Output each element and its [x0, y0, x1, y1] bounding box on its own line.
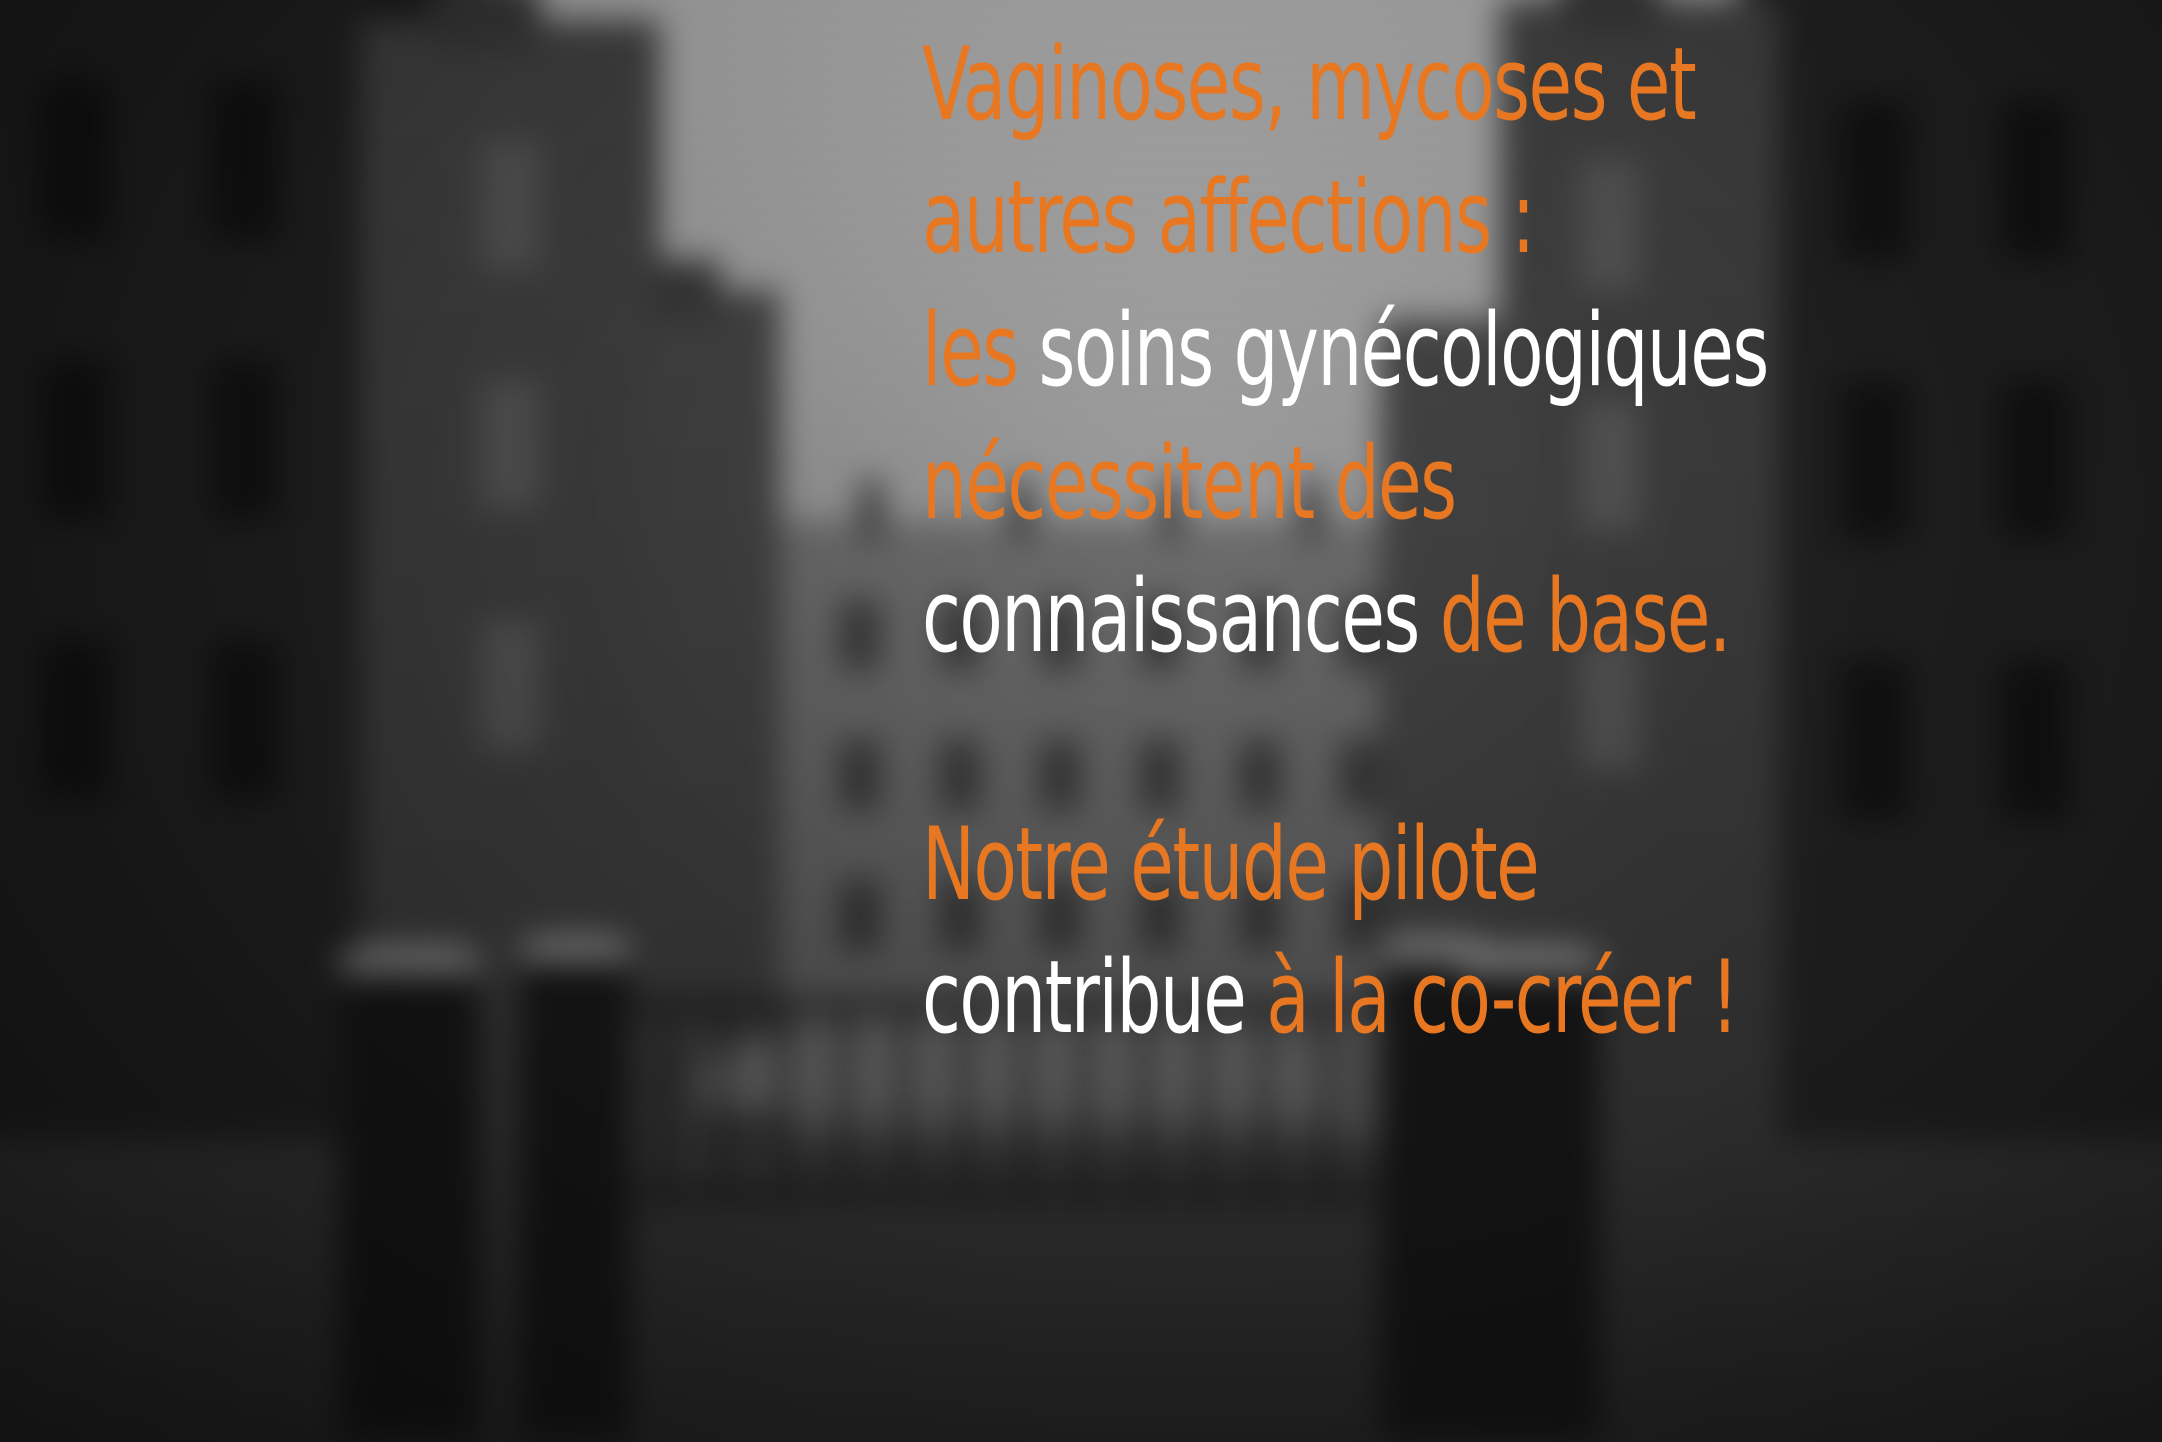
headline-de-base: de base.: [1439, 557, 1732, 675]
headline-contribue: contribue: [922, 938, 1247, 1056]
headline-line-1: Vaginoses, mycoses et: [922, 25, 1697, 143]
headline-line-3: les soins gynécologiques: [922, 284, 1874, 417]
headline-line-6: Notre étude pilote: [922, 805, 1540, 923]
headline-soins-gynecologiques: soins gynécologiques: [1038, 291, 1770, 409]
headline-word-les: les: [922, 291, 1019, 409]
headline-line-4: nécessitent des: [922, 424, 1457, 542]
headline-co-creer: à la co-créer !: [1266, 938, 1739, 1056]
headline-line-7: contribue à la co-créer !: [922, 931, 1874, 1064]
headline: Vaginoses, mycoses et autres affections …: [922, 18, 1874, 1064]
poster: Vaginoses, mycoses et autres affections …: [0, 0, 2162, 1442]
headline-line-5: connaissances de base.: [922, 550, 1874, 683]
headline-connaissances: connaissances: [922, 557, 1420, 675]
headline-line-2: autres affections :: [922, 158, 1535, 276]
